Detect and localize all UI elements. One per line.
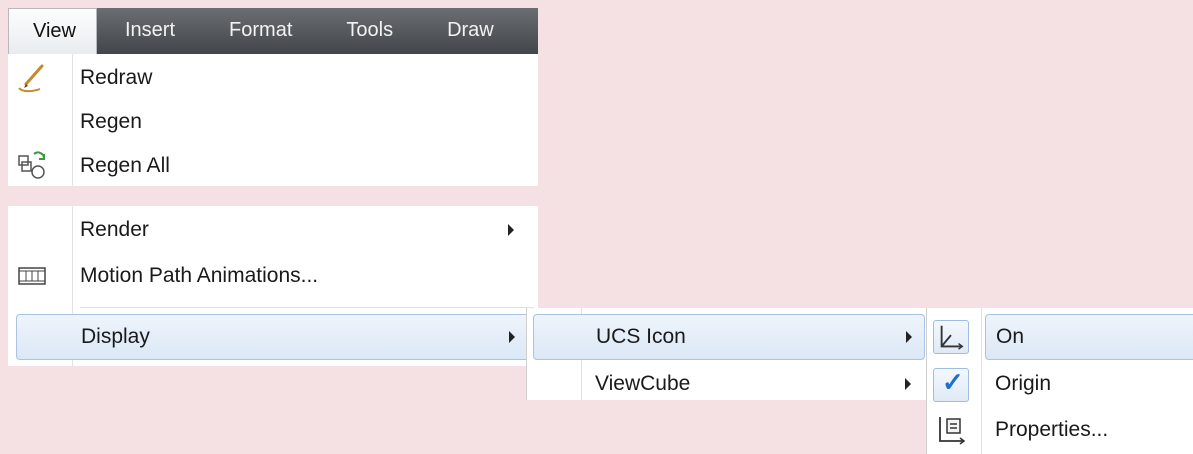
ucs-axis-icon: [940, 325, 964, 350]
menu-item-label: On: [996, 325, 1025, 348]
view-menu-bottom: Render Motion Path Animations... Display: [8, 206, 538, 366]
menu-item-ucs-icon[interactable]: UCS Icon: [533, 314, 925, 360]
menu-item-label: Redraw: [80, 66, 153, 89]
on-check-box: [933, 320, 969, 354]
menu-item-label: Motion Path Animations...: [80, 264, 319, 287]
film-strip-icon: [18, 267, 46, 285]
menu-format[interactable]: Format: [201, 8, 318, 54]
view-menu-top: Redraw Regen Regen All: [8, 54, 538, 186]
menu-item-redraw[interactable]: Redraw: [8, 56, 538, 100]
menu-draw[interactable]: Draw: [419, 8, 520, 54]
menu-item-label: ViewCube: [595, 372, 691, 395]
submenu-arrow-icon: [906, 331, 912, 343]
menu-item-render[interactable]: Render: [8, 208, 538, 252]
regen-all-icon: [18, 151, 45, 179]
menu-item-display[interactable]: Display: [16, 314, 532, 360]
menu-item-regen-all[interactable]: Regen All: [8, 144, 538, 188]
menu-item-label: Display: [81, 325, 150, 348]
submenu-arrow-icon: [905, 378, 911, 390]
menu-item-label: Properties...: [995, 418, 1109, 441]
menu-item-motion-path-animations[interactable]: Motion Path Animations...: [8, 254, 538, 298]
display-submenu: UCS Icon ViewCube: [526, 308, 929, 400]
submenu-arrow-icon: [509, 331, 515, 343]
menu-item-label: UCS Icon: [596, 325, 686, 348]
menu-item-label: Render: [80, 218, 149, 241]
menu-view[interactable]: View: [8, 8, 97, 54]
menu-insert[interactable]: Insert: [97, 8, 201, 54]
menu-item-label: Origin: [995, 372, 1052, 395]
menu-item-label: Regen: [80, 110, 142, 133]
submenu-arrow-icon: [508, 224, 514, 236]
menu-separator: [80, 307, 534, 308]
menu-item-on[interactable]: On: [985, 314, 1193, 360]
checkmark-icon: ✓: [942, 367, 964, 397]
ucs-icon-submenu: On Origin ✓ Properties...: [926, 308, 1193, 454]
menu-tools[interactable]: Tools: [318, 8, 419, 54]
menu-item-properties[interactable]: Properties...: [927, 408, 1193, 452]
menu-item-regen[interactable]: Regen: [8, 100, 538, 144]
menu-item-viewcube[interactable]: ViewCube: [527, 362, 929, 406]
ucs-properties-icon: [939, 417, 966, 445]
redraw-icon: [18, 64, 44, 93]
menu-item-label: Regen All: [80, 154, 170, 177]
menu-bar: View Insert Format Tools Draw: [8, 8, 538, 54]
origin-check-box: ✓: [933, 367, 969, 402]
